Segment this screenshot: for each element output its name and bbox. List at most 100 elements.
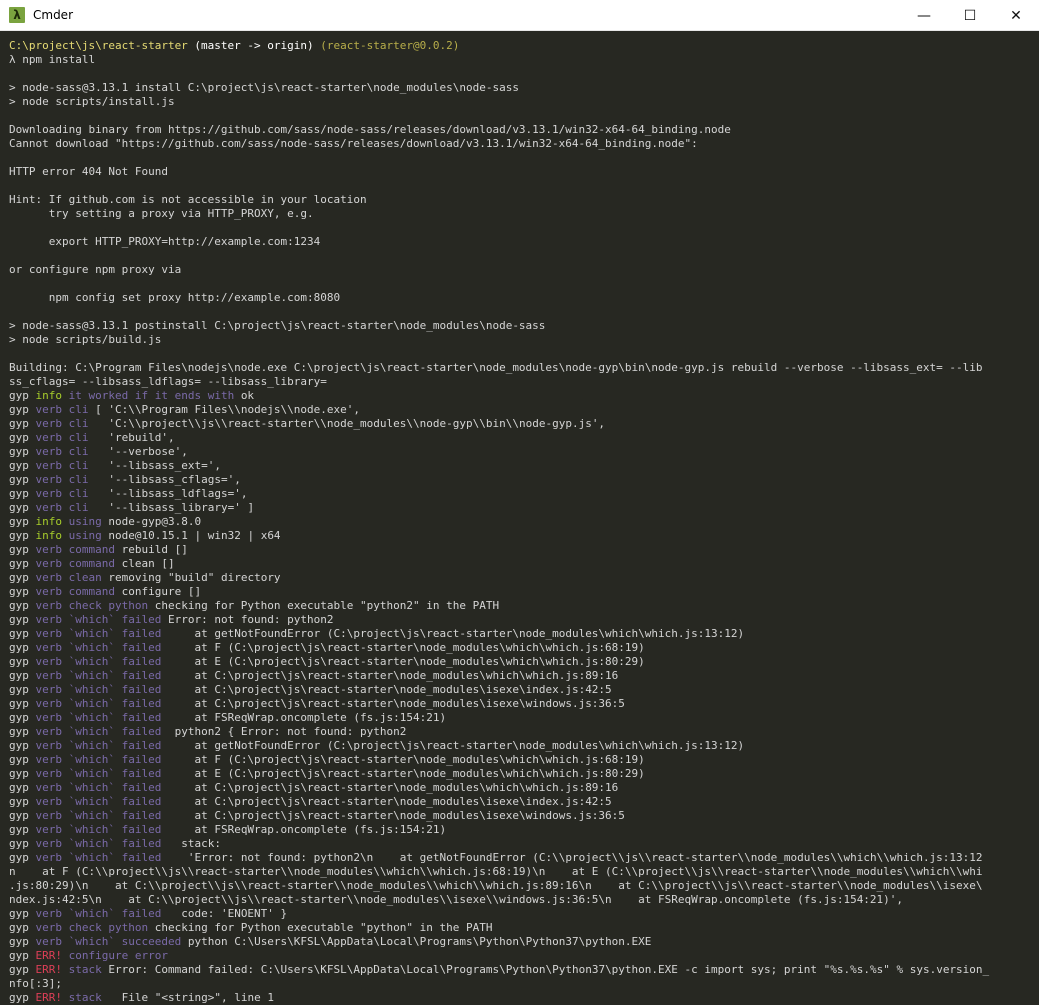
terminal-text-segment: verb bbox=[35, 781, 63, 794]
terminal-text-segment: gyp bbox=[9, 781, 36, 794]
terminal-text-segment: `which` failed bbox=[62, 795, 162, 808]
terminal-text-segment: cli bbox=[62, 501, 89, 514]
terminal-text-segment: gyp bbox=[9, 571, 36, 584]
terminal-text-segment: gyp bbox=[9, 389, 36, 402]
terminal-line: gyp ERR! stack File "<string>", line 1 bbox=[9, 991, 1039, 1005]
terminal-text-segment: check python bbox=[62, 921, 149, 934]
terminal-text-segment: ERR! bbox=[35, 963, 63, 976]
terminal-line: gyp verb cli '--libsass_cflags=', bbox=[9, 473, 1039, 487]
terminal-text-segment: clean bbox=[62, 571, 102, 584]
terminal-text-segment: cli bbox=[62, 417, 89, 430]
terminal-text-segment: `which` failed bbox=[62, 655, 162, 668]
terminal-line: C:\project\js\react-starter (master -> o… bbox=[9, 39, 1039, 53]
terminal-text-segment: `which` failed bbox=[62, 739, 162, 752]
terminal-text-segment: cli bbox=[62, 487, 89, 500]
terminal-text-segment: removing "build" directory bbox=[101, 571, 281, 584]
terminal-text-segment: gyp bbox=[9, 669, 36, 682]
terminal-text-segment: at getNotFoundError (C:\project\js\react… bbox=[161, 739, 745, 752]
terminal-text-segment: gyp bbox=[9, 487, 36, 500]
terminal-text-segment: using bbox=[62, 529, 102, 542]
terminal-text-segment: verb bbox=[35, 711, 63, 724]
terminal-text-segment: gyp bbox=[9, 613, 36, 626]
terminal-text-segment: verb bbox=[35, 823, 63, 836]
terminal-text-segment: rebuild [] bbox=[114, 543, 188, 556]
cmder-window: λ Cmder — ☐ ✕ C:\project\js\react-starte… bbox=[0, 0, 1039, 1005]
terminal-line: gyp verb `which` failed code: 'ENOENT' } bbox=[9, 907, 1039, 921]
terminal-text-segment: at E (C:\project\js\react-starter\node_m… bbox=[161, 655, 645, 668]
terminal-text-segment: verb bbox=[35, 907, 63, 920]
terminal-text-segment: checking for Python executable "python" … bbox=[148, 921, 493, 934]
terminal-text-segment: `which` failed bbox=[62, 781, 162, 794]
terminal-text-segment: verb bbox=[35, 851, 63, 864]
terminal-text-segment: gyp bbox=[9, 515, 36, 528]
terminal-text-segment: verb bbox=[35, 837, 63, 850]
terminal-line: nfo[:3]; bbox=[9, 977, 1039, 991]
terminal-text-segment: gyp bbox=[9, 907, 36, 920]
title-bar[interactable]: λ Cmder — ☐ ✕ bbox=[0, 0, 1039, 31]
terminal-text-segment: gyp bbox=[9, 949, 36, 962]
terminal-text-segment: verb bbox=[35, 935, 63, 948]
maximize-button[interactable]: ☐ bbox=[947, 0, 993, 31]
terminal-text-segment: '--libsass_cflags=', bbox=[88, 473, 241, 486]
terminal-text-segment: ss_cflags= --libsass_ldflags= --libsass_… bbox=[9, 375, 327, 388]
terminal-line: gyp info it worked if it ends with ok bbox=[9, 389, 1039, 403]
terminal-text-segment: gyp bbox=[9, 431, 36, 444]
terminal-text-segment: Error: not found: python2 bbox=[161, 613, 334, 626]
terminal-text-segment: info bbox=[35, 515, 63, 528]
terminal-text-segment: gyp bbox=[9, 767, 36, 780]
terminal-text-segment: python C:\Users\KFSL\AppData\Local\Progr… bbox=[181, 935, 652, 948]
terminal-text-segment: `which` failed bbox=[62, 907, 162, 920]
terminal-text-segment: configure error bbox=[62, 949, 168, 962]
terminal-text-segment: 'C:\\project\\js\\react-starter\\node_mo… bbox=[88, 417, 606, 430]
terminal-line: Downloading binary from https://github.c… bbox=[9, 123, 1039, 137]
terminal-line: gyp verb cli '--libsass_ext=', bbox=[9, 459, 1039, 473]
terminal-text-segment: `which` failed bbox=[62, 711, 162, 724]
terminal-line: gyp info using node@10.15.1 | win32 | x6… bbox=[9, 529, 1039, 543]
terminal-text-segment: Downloading binary from https://github.c… bbox=[9, 123, 731, 136]
terminal-text-segment: gyp bbox=[9, 543, 36, 556]
terminal-text-segment: code: 'ENOENT' } bbox=[161, 907, 288, 920]
terminal-text-segment: `which` failed bbox=[62, 851, 162, 864]
terminal-line: > node-sass@3.13.1 install C:\project\js… bbox=[9, 81, 1039, 95]
terminal-text-segment: n at F (C:\\project\\js\\react-starter\\… bbox=[9, 865, 983, 878]
terminal-text-segment: at FSReqWrap.oncomplete (fs.js:154:21) bbox=[161, 711, 447, 724]
terminal-line: ndex.js:42:5\n at C:\\project\\js\\react… bbox=[9, 893, 1039, 907]
terminal-text-segment: verb bbox=[35, 683, 63, 696]
terminal-text-segment: verb bbox=[35, 473, 63, 486]
terminal-text-segment: gyp bbox=[9, 935, 36, 948]
terminal-text-segment: clean [] bbox=[114, 557, 175, 570]
terminal-text-segment: verb bbox=[35, 543, 63, 556]
terminal-text-segment: verb bbox=[35, 921, 63, 934]
minimize-button[interactable]: — bbox=[901, 0, 947, 31]
terminal-text-segment: `which` failed bbox=[62, 725, 162, 738]
terminal-line: gyp verb `which` failed stack: bbox=[9, 837, 1039, 851]
terminal-text-segment: gyp bbox=[9, 557, 36, 570]
close-button[interactable]: ✕ bbox=[993, 0, 1039, 31]
terminal-output[interactable]: C:\project\js\react-starter (master -> o… bbox=[0, 31, 1039, 1005]
terminal-line: export HTTP_PROXY=http://example.com:123… bbox=[9, 235, 1039, 249]
terminal-text-segment: verb bbox=[35, 655, 63, 668]
terminal-text-segment: gyp bbox=[9, 417, 36, 430]
terminal-line: gyp verb command configure [] bbox=[9, 585, 1039, 599]
window-controls: — ☐ ✕ bbox=[901, 0, 1039, 31]
terminal-text-segment: verb bbox=[35, 599, 63, 612]
terminal-text-segment: gyp bbox=[9, 641, 36, 654]
terminal-text-segment: > node scripts/install.js bbox=[9, 95, 175, 108]
terminal-line: gyp verb `which` failed python2 { Error:… bbox=[9, 725, 1039, 739]
terminal-line: gyp verb `which` failed at C:\project\js… bbox=[9, 697, 1039, 711]
terminal-text-segment: '--libsass_ext=', bbox=[88, 459, 221, 472]
terminal-text-segment: (react-starter@0.0.2) bbox=[313, 39, 460, 52]
terminal-text-segment: gyp bbox=[9, 529, 36, 542]
terminal-text-segment: verb bbox=[35, 431, 63, 444]
terminal-text-segment: > node scripts/build.js bbox=[9, 333, 162, 346]
terminal-line: > node scripts/build.js bbox=[9, 333, 1039, 347]
terminal-line: gyp verb check python checking for Pytho… bbox=[9, 921, 1039, 935]
terminal-line: gyp verb `which` failed at getNotFoundEr… bbox=[9, 627, 1039, 641]
terminal-text-segment: λ npm install bbox=[9, 53, 96, 66]
terminal-text-segment: ok bbox=[240, 389, 255, 402]
terminal-text-segment: 'rebuild', bbox=[88, 431, 175, 444]
terminal-text-segment: verb bbox=[35, 697, 63, 710]
